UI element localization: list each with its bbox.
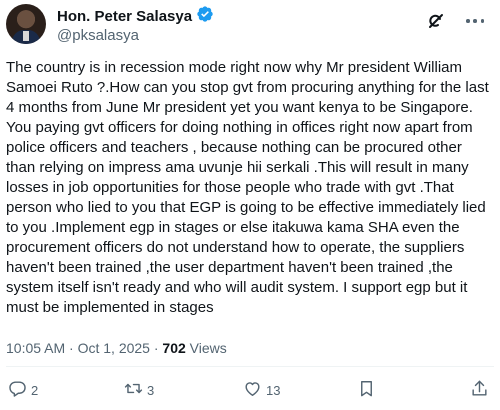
grok-icon[interactable] [426, 11, 446, 31]
more-dot [466, 19, 470, 23]
author-display-name[interactable]: Hon. Peter Salasya [57, 8, 192, 25]
like-icon [243, 379, 262, 401]
like-count: 13 [266, 382, 281, 398]
tweet-line: person who lied to you that EGP is going… [6, 199, 486, 216]
share-icon [470, 379, 489, 401]
tweet-line: police officers and teachers , because n… [6, 139, 462, 156]
bookmark-button[interactable] [357, 380, 376, 400]
tweet-line: Samoei Ruto ?.How can you stop gvt from … [6, 79, 489, 96]
avatar-shirt [23, 31, 29, 41]
tweet-line: The country is in recession mode right n… [6, 59, 462, 76]
tweet-line: You paying gvt officers for doing nothin… [6, 119, 473, 136]
tweet-line: to you .Implement egp in stages or else … [6, 219, 460, 236]
tweet-line: system itself isn't ready and who will a… [6, 279, 468, 296]
more-dot [480, 19, 484, 23]
author-handle[interactable]: @pksalasya [57, 27, 139, 44]
repost-icon [124, 379, 143, 401]
more-icon[interactable] [463, 11, 487, 31]
tweet-line: 4 months from June Mr president yet you … [6, 99, 473, 116]
views-count: 702 [162, 340, 186, 356]
tweet-header: Hon. Peter Salasya @pksalasya [0, 0, 500, 50]
views-label: Views [185, 340, 227, 356]
share-button[interactable] [470, 380, 489, 400]
tweet-line: procurement officers do not understand h… [6, 239, 465, 256]
repost-count: 3 [147, 382, 155, 398]
repost-button[interactable]: 3 [124, 380, 154, 400]
tweet-timestamp[interactable]: 10:05 AM · Oct 1, 2025 · [6, 340, 162, 356]
avatar[interactable] [6, 4, 46, 44]
tweet-meta: 10:05 AM · Oct 1, 2025 · 702 Views [6, 340, 227, 356]
tweet-line: losses in job opportunities for those pe… [6, 179, 454, 196]
reply-button[interactable]: 2 [8, 380, 38, 400]
bookmark-icon [357, 379, 376, 401]
tweet-line: haven't been trained ,the user departmen… [6, 259, 453, 276]
tweet-line: must be implemented in stages [6, 299, 214, 316]
verified-badge-icon [196, 5, 214, 28]
more-dot [473, 19, 477, 23]
like-button[interactable]: 13 [243, 380, 280, 400]
reply-icon [8, 379, 27, 401]
divider [6, 366, 494, 367]
author-name-row: Hon. Peter Salasya [57, 5, 214, 28]
action-bar: 2 3 13 [0, 372, 500, 408]
tweet-text: The country is in recession mode right n… [6, 58, 494, 318]
tweet-line: than relying on impress ama uvunje hii s… [6, 159, 469, 176]
reply-count: 2 [31, 382, 39, 398]
